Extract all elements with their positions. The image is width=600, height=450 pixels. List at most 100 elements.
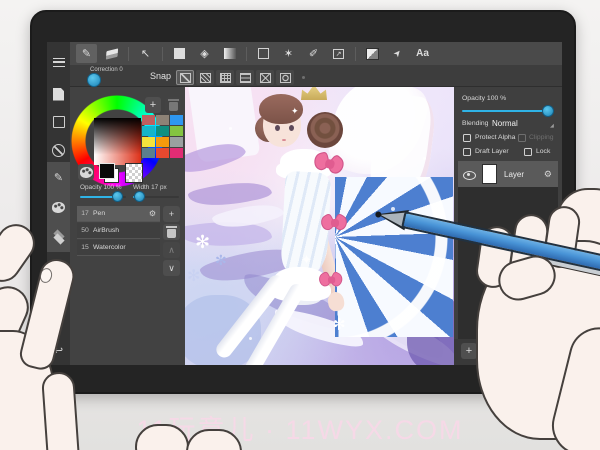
toolbar-divider (162, 46, 163, 61)
marquee-icon (258, 48, 269, 59)
transparent-color-swatch[interactable] (125, 163, 143, 183)
fill-rect-tool-button[interactable] (169, 44, 190, 63)
palette-swatch[interactable] (170, 126, 183, 136)
foreground-color-swatch[interactable] (99, 163, 120, 184)
gear-icon[interactable]: ⚙ (149, 209, 156, 218)
sidebar-item-file[interactable] (47, 80, 70, 108)
brush-row-airbrush[interactable]: 50 AirBrush (77, 223, 160, 239)
palette-swatch[interactable] (156, 126, 169, 136)
palette-swatch[interactable] (156, 148, 169, 158)
pen-tool-button[interactable]: ✎ (76, 44, 97, 63)
dropdown-caret-icon[interactable]: ◢ (550, 124, 554, 129)
chevron-down-icon: ∨ (168, 262, 175, 273)
clipping-checkbox[interactable] (518, 134, 526, 142)
bucket-icon: ◈ (200, 48, 209, 60)
select-pen-icon: ✐ (308, 48, 319, 60)
layer-opacity-knob[interactable] (542, 105, 554, 117)
correction-slider-knob[interactable] (87, 73, 101, 87)
move-tool-button[interactable]: ↖ (135, 44, 156, 63)
snap-radial-button[interactable] (276, 70, 294, 85)
protect-alpha-checkbox[interactable] (463, 134, 471, 142)
text-tool-icon: Aa (416, 48, 429, 59)
brush-name: Watercolor (93, 244, 126, 251)
toolbar-divider (246, 46, 247, 61)
export-icon: ↗ (333, 48, 344, 59)
brush-opacity-knob[interactable] (112, 191, 123, 202)
snap-parallel-button[interactable] (196, 70, 214, 85)
layer-opacity-track[interactable] (462, 110, 554, 112)
snap-off-button[interactable] (176, 70, 194, 85)
lock-checkbox[interactable] (524, 148, 532, 156)
palette-icon (79, 166, 93, 178)
marquee-tool-button[interactable] (253, 44, 274, 63)
sidebar-item-select[interactable] (47, 108, 70, 136)
palette-swatch[interactable] (170, 137, 183, 147)
snap-bar: Correction 0 Snap (70, 65, 562, 87)
snap-vanishing-button[interactable] (256, 70, 274, 85)
sidebar-item-color[interactable] (47, 192, 70, 222)
pen-icon: ✎ (81, 48, 92, 60)
palette-swatch[interactable] (170, 148, 183, 158)
brush-row-watercolor[interactable]: 15 Watercolor (77, 240, 160, 256)
draft-layer-checkbox[interactable] (463, 148, 471, 156)
gradient-tool-button[interactable] (219, 44, 240, 63)
add-layer-button[interactable]: + (461, 343, 477, 359)
palette-swatch[interactable] (142, 115, 155, 125)
fill-rect-icon (174, 48, 185, 59)
sidebar-item-deselect[interactable] (47, 136, 70, 164)
palette-swatch[interactable] (142, 126, 155, 136)
eraser-tool-button[interactable] (101, 44, 122, 63)
artwork-star-on-skirt: ✦ (301, 252, 312, 267)
gear-icon[interactable]: ⚙ (544, 169, 552, 180)
clipping-label: Clipping (529, 134, 554, 141)
toolbar: ✎ ↖ ◈ ✶ ✐ ↗ ➤ Aa (70, 42, 562, 65)
eraser-icon (105, 47, 118, 60)
brush-down-button[interactable]: ∨ (163, 260, 180, 276)
snap-radial-icon (279, 72, 291, 83)
draft-layer-label: Draft Layer (475, 148, 509, 155)
palette-swatch[interactable] (156, 115, 169, 125)
text-tool-button[interactable]: Aa (412, 44, 433, 63)
palette-swatch[interactable] (142, 137, 155, 147)
layer-row[interactable]: Layer ⚙ (458, 161, 558, 187)
sidebar-item-brush[interactable]: ✎ (47, 162, 70, 192)
artwork-sparkle (249, 337, 252, 340)
delete-color-button[interactable] (165, 97, 181, 113)
saturation-value-square[interactable] (94, 118, 141, 165)
trash-icon (166, 226, 177, 238)
artwork-sparkle (229, 127, 232, 130)
menu-button[interactable] (47, 48, 70, 76)
magic-wand-icon: ✶ (283, 48, 294, 60)
snap-grid-button[interactable] (216, 70, 234, 85)
export-tool-button[interactable]: ↗ (328, 44, 349, 63)
left-thumb (40, 370, 81, 450)
artwork-eye (275, 125, 280, 131)
brush-width-knob[interactable] (134, 191, 145, 202)
protect-alpha-label: Protect Alpha (475, 134, 516, 141)
snap-horizontal-button[interactable] (236, 70, 254, 85)
snap-parallel-icon (199, 72, 211, 83)
brush-name: Pen (93, 210, 106, 217)
palette-mode-button[interactable] (78, 164, 94, 180)
cursor-tool-button[interactable]: ➤ (387, 44, 408, 63)
palette-icon (52, 201, 65, 213)
add-color-button[interactable]: + (145, 97, 161, 113)
brush-width-track-rest[interactable] (139, 196, 179, 198)
blending-select[interactable]: Normal (492, 119, 518, 128)
palette-swatch[interactable] (170, 115, 183, 125)
magic-wand-tool-button[interactable]: ✶ (278, 44, 299, 63)
select-pen-tool-button[interactable]: ✐ (303, 44, 324, 63)
toolbar-divider (128, 46, 129, 61)
brush-up-button[interactable]: ∧ (163, 242, 180, 258)
delete-brush-button[interactable] (163, 224, 180, 240)
divide-canvas-tool-button[interactable] (362, 44, 383, 63)
bucket-tool-button[interactable]: ◈ (194, 44, 215, 63)
eye-icon[interactable] (463, 168, 476, 180)
palette-swatch[interactable] (156, 137, 169, 147)
palette-swatch[interactable] (142, 148, 155, 158)
artwork-flower: ✻ (333, 316, 346, 333)
brush-row-pen[interactable]: 17 Pen ⚙ (77, 206, 160, 222)
sidebar-item-layers[interactable] (47, 222, 70, 252)
artwork-flower: ✻ (187, 268, 201, 285)
add-brush-button[interactable]: + (163, 206, 180, 222)
